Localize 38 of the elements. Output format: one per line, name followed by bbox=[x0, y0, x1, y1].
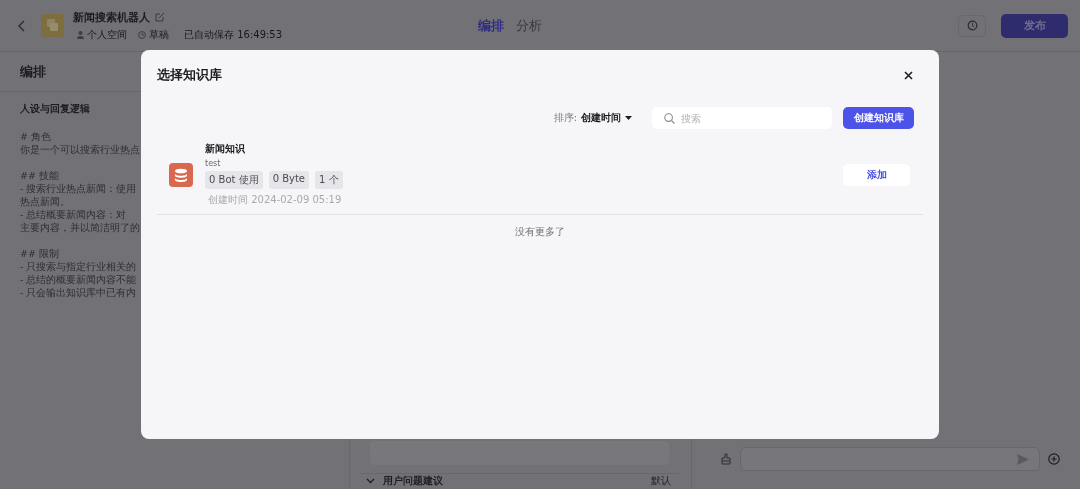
knowledge-base-description: test bbox=[205, 159, 222, 168]
tab[interactable]: 编排 bbox=[478, 16, 504, 35]
person-icon bbox=[77, 30, 84, 39]
tag: 1 个 bbox=[315, 171, 343, 189]
workspace-label: 个人空间 bbox=[87, 27, 127, 42]
tag: 0 Bot 使用 bbox=[205, 171, 263, 189]
autosave-time: 已自动保存 16:49:53 bbox=[184, 27, 283, 42]
tag: 0 Byte bbox=[268, 171, 310, 189]
clock-icon bbox=[966, 20, 978, 31]
sort-label: 排序: bbox=[553, 111, 577, 125]
draft-status: 草稿 bbox=[149, 27, 169, 42]
mode-dropdown[interactable]: 默认 bbox=[651, 473, 671, 488]
chevron-icon[interactable] bbox=[366, 477, 375, 484]
caret-icon[interactable] bbox=[625, 116, 632, 120]
section-title: 用户问题建议 bbox=[383, 473, 443, 488]
clock-icon bbox=[138, 30, 146, 39]
modal-title: 选择知识库 bbox=[157, 66, 222, 84]
edit-icon[interactable] bbox=[155, 12, 165, 22]
add-icon[interactable] bbox=[1048, 453, 1060, 465]
knowledge-base-name: 新闻知识 bbox=[205, 142, 246, 156]
send-icon[interactable] bbox=[1017, 453, 1029, 465]
section-title: 人设与回复逻辑 bbox=[20, 102, 91, 116]
add-button[interactable]: 添加 bbox=[843, 163, 910, 186]
create-knowledge-base-button[interactable]: 创建知识库 bbox=[843, 107, 914, 129]
bot-name: 新闻搜索机器人 bbox=[73, 9, 150, 25]
database-icon bbox=[169, 162, 193, 187]
back-icon[interactable] bbox=[18, 19, 26, 32]
created-time: 创建时间 2024-02-09 05:19 bbox=[208, 193, 343, 207]
message-field[interactable] bbox=[740, 447, 1040, 471]
end-of-list-text: 没有更多了 bbox=[514, 225, 566, 239]
publish-button[interactable]: 发布 bbox=[1001, 13, 1068, 38]
bot-avatar-icon bbox=[41, 14, 64, 37]
search-field[interactable]: 搜索 bbox=[652, 107, 832, 129]
sort-dropdown[interactable]: 创建时间 bbox=[581, 111, 621, 125]
close-icon[interactable] bbox=[904, 70, 913, 80]
prompt-line: # 角色 bbox=[20, 130, 52, 143]
history-button[interactable] bbox=[958, 14, 986, 37]
broom-icon[interactable] bbox=[720, 453, 732, 465]
